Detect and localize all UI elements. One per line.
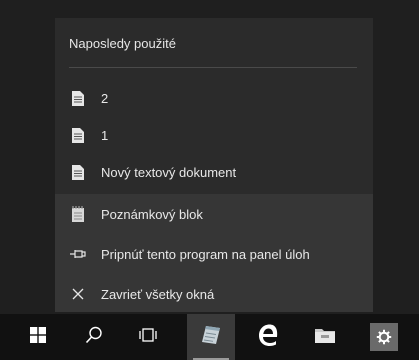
notepad-icon: [200, 324, 222, 351]
search-icon: [85, 326, 103, 349]
task-label: Zavrieť všetky okná: [101, 286, 215, 302]
task-view-icon: [138, 327, 158, 348]
recent-item-1[interactable]: 1: [55, 117, 373, 154]
edge-button[interactable]: [248, 314, 288, 360]
file-explorer-icon: [314, 326, 336, 349]
settings-button[interactable]: [368, 314, 400, 360]
close-all-windows-item[interactable]: Zavrieť všetky okná: [55, 274, 373, 314]
jump-list: Naposledy použité 2 1 Nový textový dokum…: [55, 18, 373, 312]
document-icon: [69, 164, 87, 182]
file-explorer-button[interactable]: [305, 314, 345, 360]
search-button[interactable]: [74, 314, 114, 360]
start-icon: [30, 326, 46, 348]
recent-item-label: 1: [101, 128, 109, 143]
recent-list: 2 1 Nový textový dokument: [55, 80, 373, 191]
settings-icon: [370, 323, 398, 351]
recent-item-new-text-document[interactable]: Nový textový dokument: [55, 154, 373, 191]
task-view-button[interactable]: [128, 314, 168, 360]
recent-item-label: 2: [101, 91, 109, 106]
notepad-icon: [69, 205, 87, 223]
pin-to-taskbar-item[interactable]: Pripnúť tento program na panel úloh: [55, 234, 373, 274]
open-notepad-item[interactable]: Poznámkový blok: [55, 194, 373, 234]
start-button[interactable]: [18, 314, 58, 360]
recent-header-label: Naposledy použité: [69, 35, 176, 51]
task-label: Poznámkový blok: [101, 206, 203, 222]
close-icon: [69, 285, 87, 303]
document-icon: [69, 127, 87, 145]
edge-icon: [256, 324, 280, 351]
recent-header: Naposledy použité: [55, 18, 373, 68]
recent-item-label: Nový textový dokument: [101, 165, 237, 180]
recent-item-2[interactable]: 2: [55, 80, 373, 117]
document-icon: [69, 90, 87, 108]
pin-icon: [69, 245, 87, 263]
divider: [69, 67, 357, 68]
taskbar: [0, 314, 419, 360]
task-label: Pripnúť tento program na panel úloh: [101, 246, 310, 262]
tasks-section: Poznámkový blok Pripnúť tento program na…: [55, 194, 373, 312]
taskbar-notepad-button[interactable]: [187, 314, 235, 360]
